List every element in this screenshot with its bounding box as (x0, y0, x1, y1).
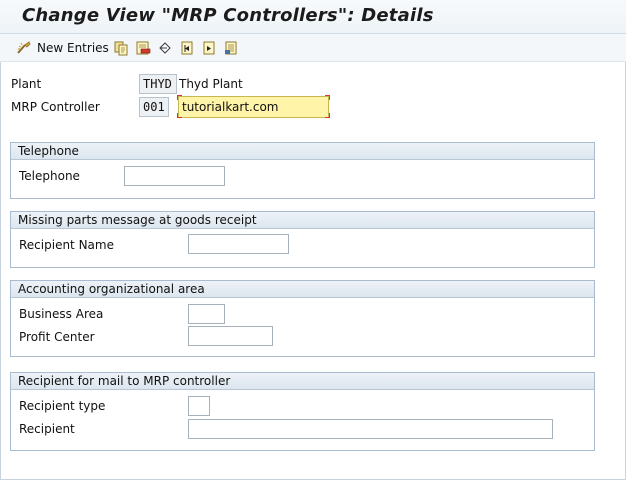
plant-label: Plant (11, 77, 42, 91)
next-entry-icon (203, 41, 215, 55)
accounting-group-title: Accounting organizational area (11, 281, 594, 298)
profit-center-label: Profit Center (19, 330, 95, 344)
plant-description: Thyd Plant (179, 77, 243, 91)
telephone-input[interactable] (124, 166, 225, 186)
recipient-label: Recipient (19, 422, 75, 436)
new-entries-label: New Entries (37, 41, 109, 55)
page-title: Change View "MRP Controllers": Details (22, 5, 434, 26)
first-entry-icon (181, 41, 193, 55)
application-toolbar: New Entries (0, 34, 626, 62)
required-mark-bottom-right (325, 113, 330, 118)
mrp-controller-field: 001 (139, 97, 169, 117)
required-mark-top-left (177, 95, 182, 100)
telephone-group-title: Telephone (11, 143, 594, 160)
last-entry-icon (225, 41, 237, 55)
mrp-controller-label: MRP Controller (11, 100, 100, 114)
last-entry-button[interactable] (223, 38, 239, 58)
recipient-input[interactable] (188, 419, 553, 439)
next-entry-button[interactable] (201, 38, 217, 58)
recipient-name-input[interactable] (188, 234, 289, 254)
copy-as-button[interactable] (113, 38, 129, 58)
recipient-type-input[interactable] (188, 396, 210, 416)
recipient-type-label: Recipient type (19, 399, 106, 413)
first-entry-button[interactable] (179, 38, 195, 58)
undo-icon (159, 42, 171, 54)
required-mark-bottom-left (177, 113, 182, 118)
required-mark-top-right (325, 95, 330, 100)
business-area-input[interactable] (188, 304, 225, 324)
undo-change-button[interactable] (157, 38, 173, 58)
glasses-icon (17, 41, 31, 54)
profit-center-input[interactable] (188, 326, 273, 346)
missing-parts-group: Missing parts message at goods receipt R… (10, 211, 595, 268)
title-bar: Change View "MRP Controllers": Details (0, 0, 626, 34)
telephone-group: Telephone Telephone (10, 142, 595, 199)
mail-recipient-group-title: Recipient for mail to MRP controller (11, 373, 594, 390)
delete-icon (136, 41, 151, 55)
business-area-label: Business Area (19, 307, 104, 321)
mrp-controller-name-input[interactable] (178, 96, 329, 118)
mail-recipient-group: Recipient for mail to MRP controller Rec… (10, 372, 595, 451)
delete-button[interactable] (135, 38, 151, 58)
copy-icon (114, 41, 128, 56)
accounting-group: Accounting organizational area Business … (10, 280, 595, 357)
plant-field: THYD (139, 74, 177, 94)
recipient-name-label: Recipient Name (19, 238, 114, 252)
new-entries-button[interactable]: New Entries (16, 38, 109, 58)
telephone-label: Telephone (19, 169, 80, 183)
missing-parts-group-title: Missing parts message at goods receipt (11, 212, 594, 229)
